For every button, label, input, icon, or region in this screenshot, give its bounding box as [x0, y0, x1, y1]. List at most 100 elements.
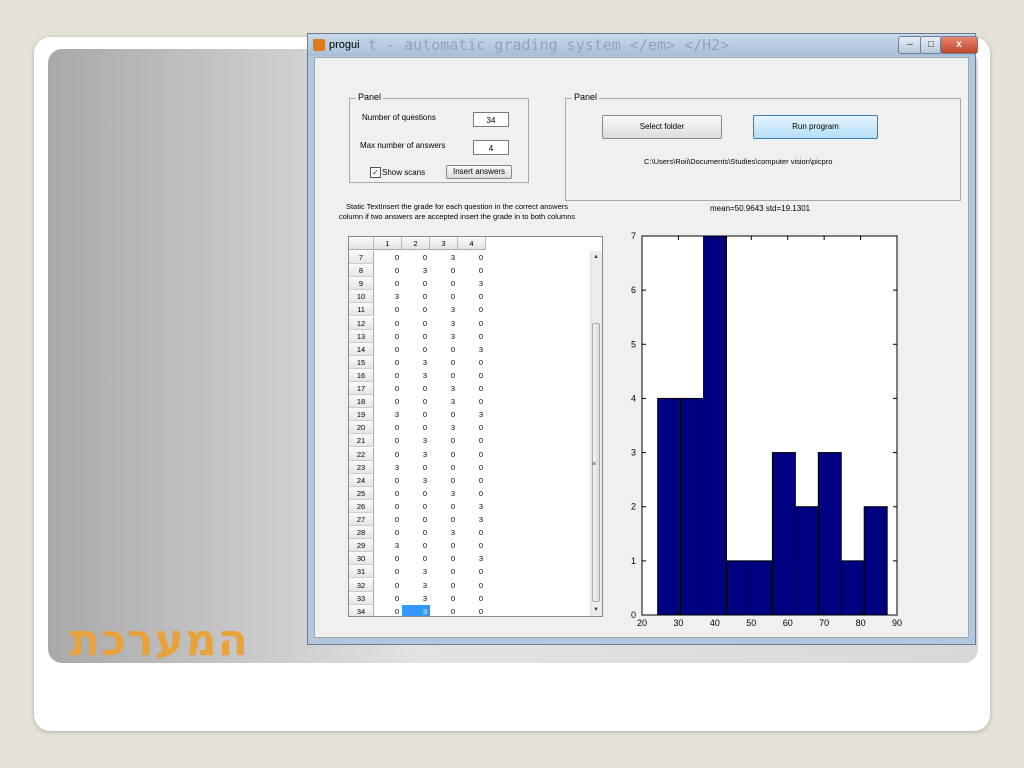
table-cell[interactable]: 3 [430, 487, 458, 500]
table-cell[interactable]: 0 [402, 290, 430, 303]
table-cell[interactable]: 0 [374, 343, 402, 356]
row-header[interactable]: 18 [349, 395, 374, 409]
row-header[interactable]: 22 [349, 447, 374, 461]
table-cell[interactable]: 0 [374, 500, 402, 513]
table-cell[interactable]: 0 [402, 461, 430, 474]
select-folder-button[interactable]: Select folder [602, 115, 722, 139]
table-cell[interactable]: 3 [402, 604, 430, 616]
table-cell[interactable]: 0 [458, 369, 486, 382]
max-answers-input[interactable]: 4 [473, 140, 509, 155]
table-cell[interactable]: 0 [402, 277, 430, 290]
table-cell[interactable]: 0 [374, 526, 402, 539]
table-cell[interactable]: 0 [430, 552, 458, 565]
row-header[interactable]: 17 [349, 382, 374, 395]
table-cell[interactable]: 0 [374, 277, 402, 290]
row-header[interactable]: 23 [349, 460, 374, 474]
table-cell[interactable]: 3 [402, 356, 430, 369]
row-header[interactable]: 31 [349, 565, 374, 579]
table-cell[interactable]: 0 [430, 408, 458, 421]
table-cell[interactable]: 0 [402, 552, 430, 565]
table-cell[interactable]: 0 [402, 317, 430, 330]
run-program-button[interactable]: Run program [753, 115, 878, 139]
table-cell[interactable]: 0 [402, 330, 430, 343]
row-header[interactable]: 32 [349, 578, 374, 592]
table-cell[interactable]: 0 [430, 434, 458, 447]
show-scans-checkbox[interactable]: ✓ [370, 167, 381, 178]
row-header[interactable]: 27 [349, 513, 374, 526]
table-cell[interactable]: 0 [430, 500, 458, 513]
table-cell[interactable]: 0 [374, 448, 402, 461]
table-cell[interactable]: 0 [374, 605, 402, 616]
table-cell[interactable]: 0 [458, 382, 486, 395]
table-cell[interactable]: 3 [374, 290, 402, 303]
table-cell[interactable]: 0 [458, 474, 486, 487]
row-header[interactable]: 7 [349, 251, 374, 264]
table-cell[interactable]: 0 [374, 382, 402, 395]
table-cell[interactable]: 0 [458, 605, 486, 616]
table-cell[interactable]: 3 [374, 539, 402, 552]
row-header[interactable]: 30 [349, 552, 374, 566]
column-header[interactable]: 2 [402, 237, 430, 250]
table-cell[interactable]: 0 [458, 395, 486, 408]
column-header[interactable]: 3 [430, 237, 458, 250]
table-cell[interactable]: 3 [458, 408, 486, 421]
table-cell[interactable]: 0 [458, 448, 486, 461]
table-cell[interactable]: 0 [402, 526, 430, 539]
table-cell[interactable]: 0 [374, 513, 402, 526]
table-cell[interactable]: 0 [458, 579, 486, 592]
scroll-up-icon[interactable]: ▲ [593, 254, 599, 260]
table-scrollbar[interactable]: ▲ ≡ ▼ [590, 251, 602, 616]
row-header[interactable]: 15 [349, 355, 374, 369]
table-cell[interactable]: 0 [402, 539, 430, 552]
minimize-button[interactable]: – [898, 36, 922, 54]
row-header[interactable]: 20 [349, 421, 374, 435]
row-header[interactable]: 16 [349, 368, 374, 382]
row-header[interactable]: 28 [349, 526, 374, 540]
table-cell[interactable]: 0 [430, 539, 458, 552]
row-header[interactable]: 12 [349, 316, 374, 330]
table-cell[interactable]: 0 [430, 605, 458, 616]
row-header[interactable]: 19 [349, 408, 374, 422]
table-cell[interactable]: 0 [430, 565, 458, 578]
row-header[interactable]: 26 [349, 499, 374, 513]
table-cell[interactable]: 0 [430, 474, 458, 487]
table-cell[interactable]: 0 [458, 317, 486, 330]
table-cell[interactable]: 0 [458, 251, 486, 264]
row-header[interactable]: 10 [349, 290, 374, 304]
table-cell[interactable]: 3 [458, 343, 486, 356]
close-button[interactable]: x [940, 36, 978, 54]
table-cell[interactable]: 0 [402, 395, 430, 408]
table-cell[interactable]: 0 [430, 277, 458, 290]
maximize-button[interactable]: □ [920, 36, 942, 54]
row-header[interactable]: 21 [349, 434, 374, 448]
table-cell[interactable]: 0 [374, 303, 402, 316]
row-header[interactable]: 25 [349, 486, 374, 500]
table-cell[interactable]: 3 [430, 317, 458, 330]
table-cell[interactable]: 0 [402, 303, 430, 316]
table-cell[interactable]: 3 [430, 395, 458, 408]
table-cell[interactable]: 0 [458, 565, 486, 578]
table-cell[interactable]: 3 [402, 434, 430, 447]
table-cell[interactable]: 3 [374, 408, 402, 421]
table-cell[interactable]: 3 [402, 579, 430, 592]
table-cell[interactable]: 0 [430, 356, 458, 369]
table-cell[interactable]: 3 [458, 277, 486, 290]
table-cell[interactable]: 0 [430, 290, 458, 303]
table-cell[interactable]: 0 [374, 592, 402, 605]
table-cell[interactable]: 0 [402, 251, 430, 264]
table-cell[interactable]: 3 [402, 448, 430, 461]
table-cell[interactable]: 0 [458, 290, 486, 303]
table-cell[interactable]: 3 [430, 421, 458, 434]
table-cell[interactable]: 0 [402, 408, 430, 421]
table-cell[interactable]: 0 [458, 487, 486, 500]
table-cell[interactable]: 0 [374, 434, 402, 447]
table-cell[interactable]: 3 [374, 461, 402, 474]
table-cell[interactable]: 0 [374, 474, 402, 487]
table-cell[interactable]: 0 [374, 565, 402, 578]
table-cell[interactable]: 0 [458, 330, 486, 343]
table-cell[interactable]: 3 [402, 474, 430, 487]
table-cell[interactable]: 0 [458, 356, 486, 369]
table-cell[interactable]: 3 [430, 382, 458, 395]
table-cell[interactable]: 0 [430, 343, 458, 356]
table-cell[interactable]: 0 [430, 513, 458, 526]
